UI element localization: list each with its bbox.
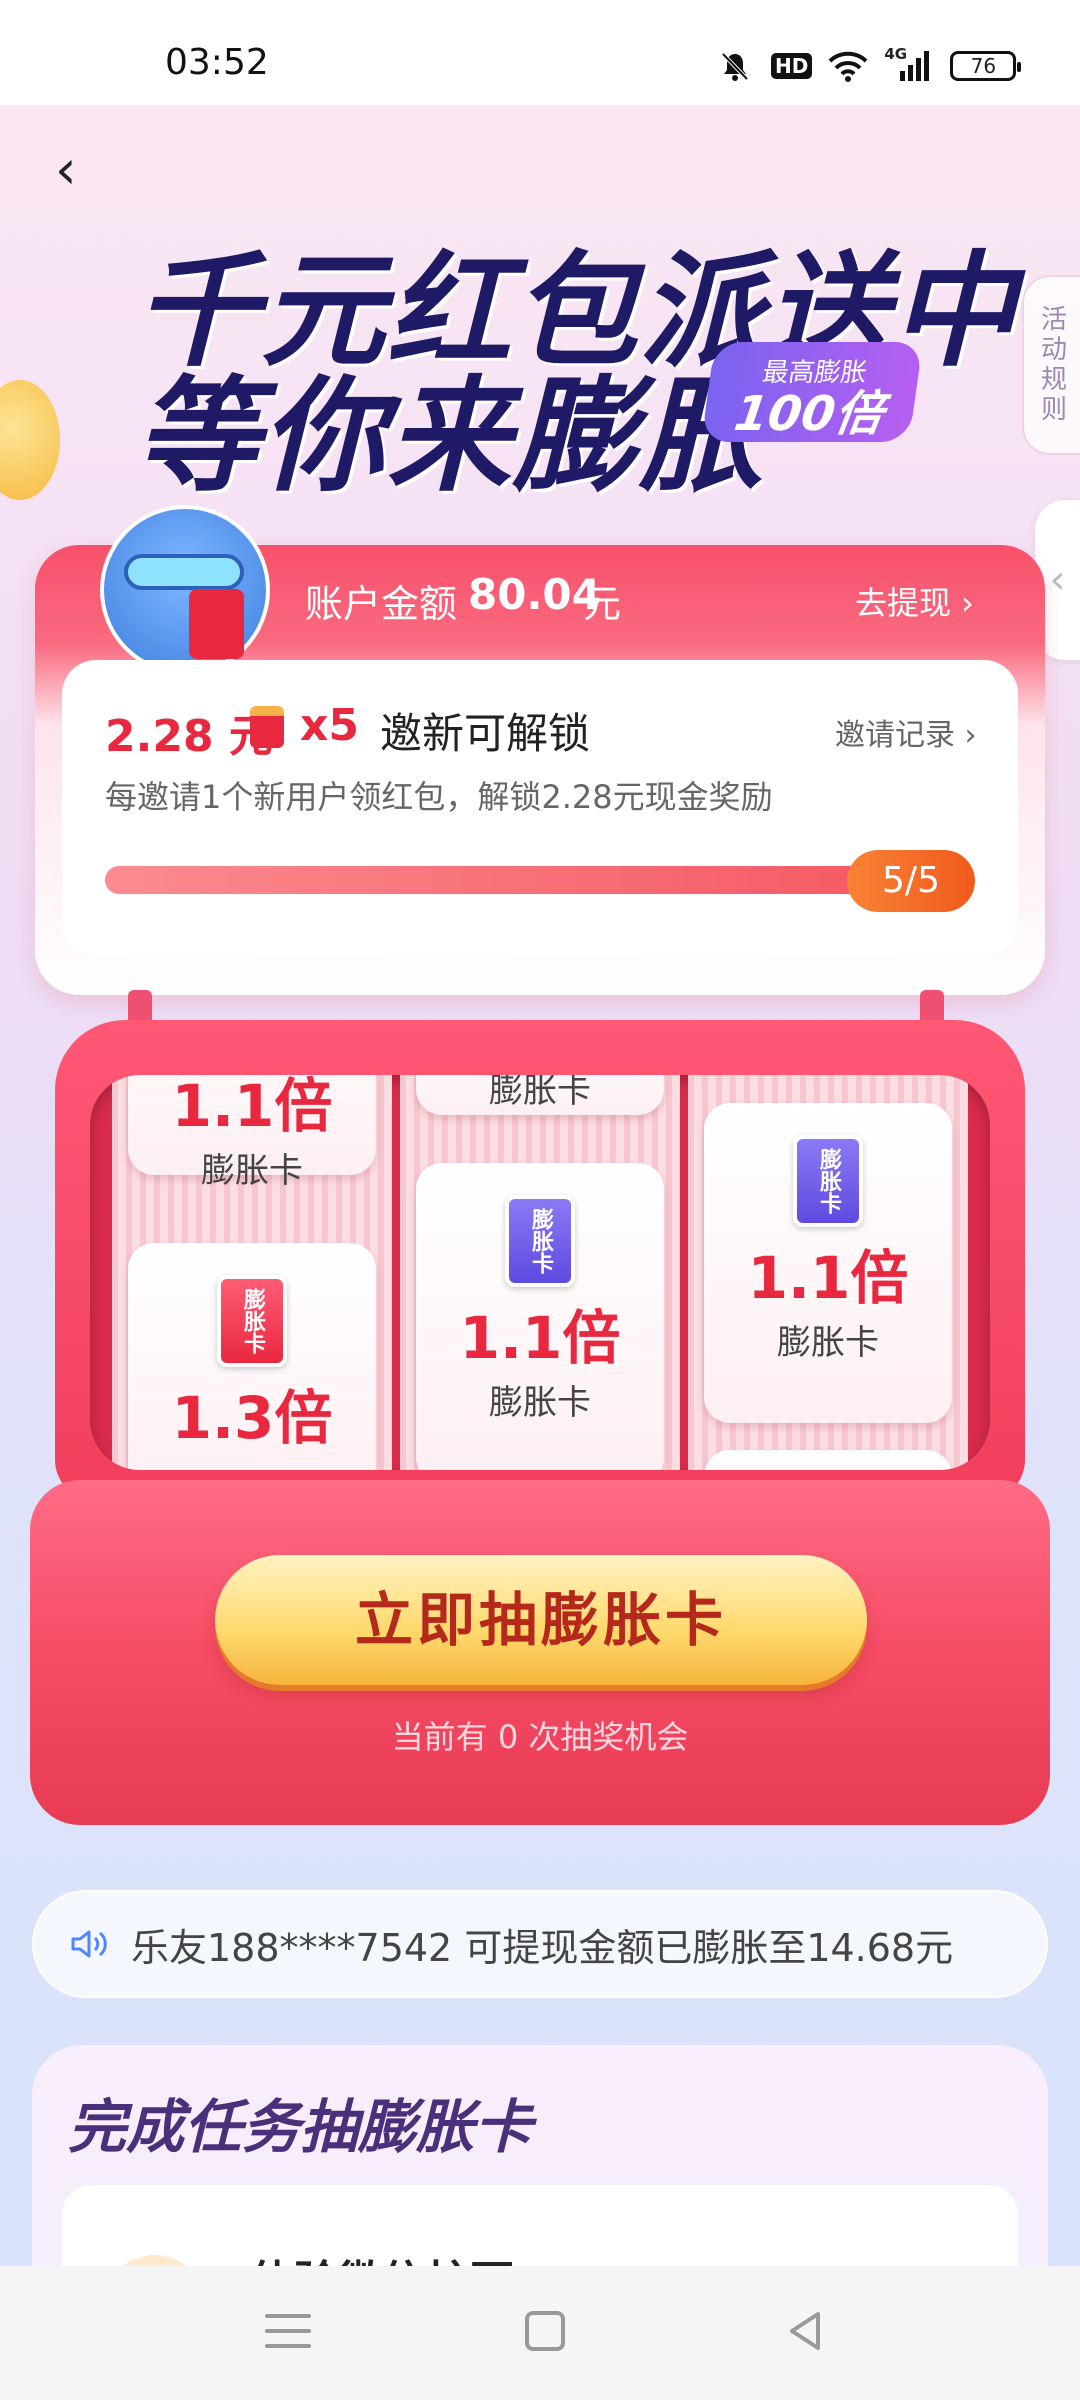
- invite-reward-multiplier: x5: [300, 700, 359, 751]
- tasks-title: 完成任务抽膨胀卡: [68, 2093, 533, 2161]
- slot-card: 1.1倍 膨胀卡: [128, 1075, 376, 1191]
- draw-chances-text: 当前有 0 次抽奖机会: [391, 1718, 689, 1756]
- card-name: 膨胀卡: [777, 1323, 879, 1363]
- expand-card-icon: 膨胀卡: [217, 1275, 287, 1367]
- status-icons: HD 4G 76: [715, 45, 1022, 86]
- max-multiplier-badge: 最高膨胀 100倍: [700, 342, 924, 442]
- cell-signal-icon: 4G: [884, 45, 934, 83]
- home-icon[interactable]: [525, 2311, 565, 2351]
- red-envelope-icon: [250, 706, 284, 748]
- max-badge-value: 100倍: [730, 386, 887, 442]
- card-multiplier: 1.3倍: [171, 1384, 333, 1452]
- slot-card: [704, 1450, 952, 1470]
- mute-bell-icon: [715, 49, 755, 83]
- invite-progress-badge: 5/5: [847, 850, 975, 912]
- max-badge-label: 最高膨胀: [760, 358, 869, 388]
- invite-record-link[interactable]: 邀请记录 ›: [835, 710, 977, 754]
- banner-title-line2: 等你来膨胀: [135, 365, 766, 509]
- marquee-text: 乐友188****7542 可提现金额已膨胀至14.68元: [131, 1925, 954, 1970]
- activity-rules-label: 活动规则: [1036, 305, 1067, 425]
- back-triangle-icon[interactable]: [780, 2306, 830, 2356]
- account-balance-unit: 元: [583, 582, 622, 626]
- slot-machine-window: 1.1倍 膨胀卡 膨胀卡 1.3倍 膨胀卡 膨胀卡 1.1倍 膨胀卡 膨胀卡 1…: [90, 1075, 990, 1470]
- battery-icon: 76: [950, 51, 1022, 81]
- activity-rules-button[interactable]: 活动规则: [1022, 275, 1080, 455]
- network-type: 4G: [884, 45, 908, 63]
- battery-level: 76: [970, 54, 997, 78]
- wifi-icon: [828, 49, 868, 83]
- slot-column-1: 1.1倍 膨胀卡 膨胀卡 1.3倍: [112, 1075, 392, 1470]
- card-name: 膨胀卡: [201, 1151, 303, 1191]
- slot-card: 膨胀卡 1.3倍: [128, 1243, 376, 1470]
- menu-icon[interactable]: [265, 2308, 311, 2354]
- speaker-icon: [69, 1924, 111, 1964]
- card-multiplier: 1.1倍: [171, 1075, 333, 1140]
- slot-card: 膨胀卡 1.1倍 膨胀卡: [416, 1163, 664, 1470]
- winner-marquee: 乐友188****7542 可提现金额已膨胀至14.68元: [32, 1890, 1048, 1998]
- mascot-image: [100, 505, 270, 675]
- invite-progress-fill: [105, 866, 965, 894]
- account-balance-label: 账户金额: [305, 582, 458, 626]
- slot-card: 膨胀卡 1.1倍 膨胀卡: [704, 1103, 952, 1423]
- account-balance-amount: 80.04: [468, 570, 601, 619]
- card-multiplier: 1.1倍: [747, 1244, 909, 1312]
- invite-unlock-label: 邀新可解锁: [380, 709, 591, 758]
- slot-column-2: 膨胀卡 膨胀卡 1.1倍 膨胀卡: [400, 1075, 680, 1470]
- gold-coin-decoration: [0, 380, 60, 500]
- draw-card-button[interactable]: 立即抽膨胀卡: [215, 1555, 867, 1685]
- slot-column-3: 膨胀卡 1.1倍 膨胀卡: [688, 1075, 968, 1470]
- hd-icon: HD: [771, 53, 813, 79]
- invite-reward-amount: 2.28 元: [105, 711, 273, 762]
- card-name: 膨胀卡: [489, 1075, 591, 1111]
- status-time: 03:52: [165, 42, 269, 83]
- expand-card-icon: 膨胀卡: [505, 1195, 575, 1287]
- withdraw-link[interactable]: 去提现 ›: [855, 578, 974, 624]
- card-name: 膨胀卡: [489, 1383, 591, 1423]
- card-multiplier: 1.1倍: [459, 1304, 621, 1372]
- slot-card: 膨胀卡: [416, 1075, 664, 1115]
- expand-card-icon: 膨胀卡: [793, 1135, 863, 1227]
- back-button[interactable]: ‹: [55, 140, 115, 200]
- invite-description: 每邀请1个新用户领红包，解锁2.28元现金奖励: [105, 778, 773, 816]
